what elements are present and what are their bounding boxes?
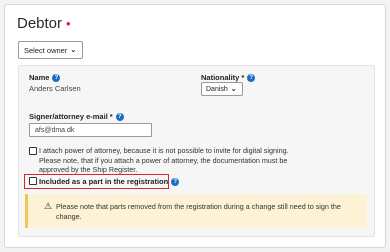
included-label-row: Included as a part in the registration ?	[39, 177, 180, 186]
nationality-value: Danish	[206, 85, 228, 93]
warning-triangle-icon: ⚠	[44, 201, 53, 211]
select-owner-dropdown[interactable]: Select owner ⌄	[18, 41, 83, 59]
name-label-row: Name ?	[29, 73, 61, 82]
warning-text: Please note that parts removed from the …	[56, 202, 341, 221]
nationality-select[interactable]: Danish ⌄	[201, 82, 243, 96]
email-label: Signer/attorney e-mail	[29, 112, 108, 121]
chevron-down-icon: ⌄	[230, 86, 237, 93]
name-value: Anders Carlsen	[29, 84, 81, 93]
power-of-attorney-text: I attach power of attorney, because it i…	[39, 146, 289, 174]
debtor-card: Debtor • Select owner ⌄ Name ? Anders Ca…	[4, 4, 386, 248]
required-star: *	[109, 112, 113, 121]
nationality-label: Nationality	[201, 73, 240, 82]
required-star: *	[241, 73, 245, 82]
included-label: Included as a part in the registration	[39, 177, 169, 186]
chevron-down-icon: ⌄	[70, 47, 77, 54]
email-label-row: Signer/attorney e-mail * ?	[29, 112, 124, 121]
warning-alert: ⚠ Please note that parts removed from th…	[25, 194, 367, 228]
nationality-label-row: Nationality * ?	[201, 73, 256, 82]
power-of-attorney-checkbox[interactable]	[29, 147, 37, 155]
section-header: Debtor •	[17, 15, 71, 32]
email-input[interactable]: afs@dma.dk	[29, 123, 152, 137]
name-label: Name	[29, 73, 50, 82]
required-marker: •	[66, 16, 71, 31]
owner-details-panel: Name ? Anders Carlsen Nationality * ? Da…	[18, 65, 375, 237]
help-icon[interactable]: ?	[171, 177, 180, 186]
section-title: Debtor	[17, 15, 63, 32]
included-checkbox[interactable]	[29, 177, 37, 185]
select-owner-label: Select owner	[24, 45, 68, 55]
email-value: afs@dma.dk	[35, 126, 75, 134]
help-icon[interactable]: ?	[115, 112, 124, 121]
help-icon[interactable]: ?	[52, 73, 61, 82]
help-icon[interactable]: ?	[247, 73, 256, 82]
